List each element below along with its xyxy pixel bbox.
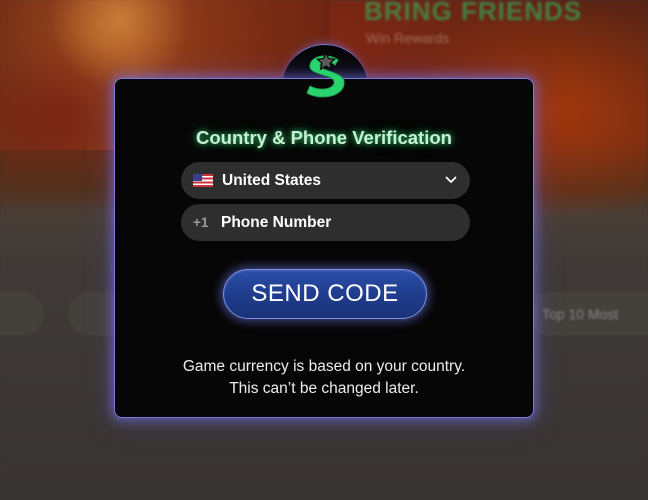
phone-prefix: +1 — [193, 215, 209, 230]
promo-subtitle: Win Rewards — [366, 30, 450, 46]
verification-modal: Country & Phone Verification United Stat… — [114, 78, 534, 418]
us-flag-icon — [193, 174, 213, 187]
game-lobby-screen: BRING FRIENDS Win Rewards Top 10 Most Co… — [0, 0, 648, 500]
phone-field[interactable]: +1 — [181, 204, 470, 241]
category-chip — [0, 292, 44, 336]
send-code-button[interactable]: SEND CODE — [223, 269, 427, 319]
country-select[interactable]: United States — [181, 162, 470, 199]
category-chip: Top 10 Most — [528, 292, 648, 336]
chevron-down-icon — [445, 176, 457, 183]
currency-note-line-2: This can’t be changed later. — [229, 380, 419, 397]
promo-title: BRING FRIENDS — [364, 0, 583, 26]
phone-number-input[interactable] — [221, 213, 441, 232]
stake-s-star-logo — [306, 51, 345, 98]
modal-title: Country & Phone Verification — [196, 127, 452, 148]
currency-note-line-1: Game currency is based on your country. — [182, 358, 466, 375]
country-select-value: United States — [222, 171, 322, 189]
